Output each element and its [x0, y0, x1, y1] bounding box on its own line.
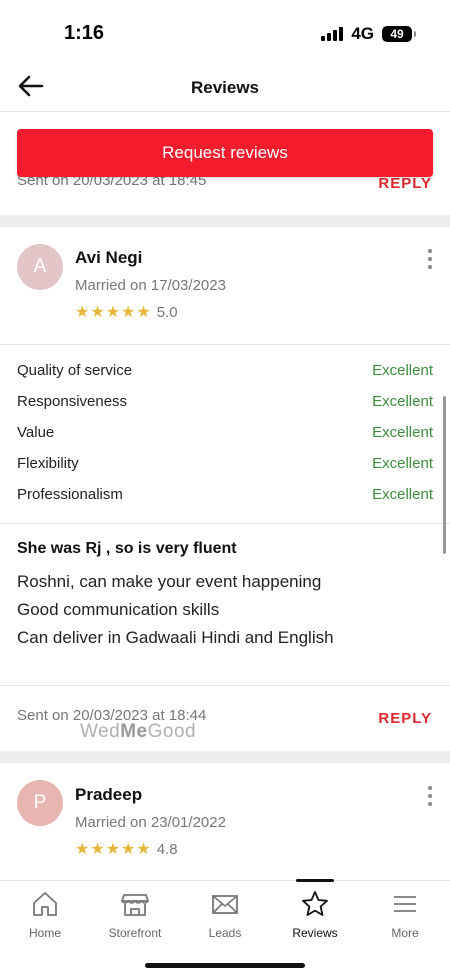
- criteria-row: Professionalism Excellent: [17, 486, 433, 506]
- star-icon: ★: [90, 303, 105, 321]
- divider: [0, 685, 450, 686]
- more-options-icon[interactable]: [426, 249, 434, 269]
- star-icon: ★: [121, 303, 136, 321]
- criteria-row: Responsiveness Excellent: [17, 393, 433, 413]
- status-indicators: 4G 49: [321, 24, 416, 44]
- bottom-nav: Home Storefront Leads Reviews More: [0, 879, 450, 976]
- avatar: P: [17, 780, 63, 826]
- rating: ★ ★ ★ ★ ★ 5.0: [75, 304, 178, 321]
- criteria-row: Value Excellent: [17, 424, 433, 444]
- criteria-row: Quality of service Excellent: [17, 362, 433, 382]
- star-icon: ★: [75, 303, 90, 321]
- review-text-line: Roshni, can make your event happening: [17, 572, 322, 591]
- home-indicator: [145, 963, 305, 968]
- married-on: Married on 23/01/2022: [75, 814, 226, 831]
- married-on: Married on 17/03/2023: [75, 277, 226, 294]
- review-card: A Avi Negi Married on 17/03/2023 ★ ★ ★ ★…: [0, 227, 450, 751]
- star-outline-icon: [302, 891, 328, 916]
- page-title: Reviews: [190, 78, 260, 97]
- reply-button[interactable]: REPLY: [378, 710, 432, 727]
- battery-icon: 49: [382, 26, 416, 42]
- star-icon: ★: [136, 840, 151, 858]
- network-type: 4G: [351, 24, 374, 43]
- nav-storefront[interactable]: Storefront: [90, 889, 180, 947]
- reviewer-name: Avi Negi: [75, 248, 143, 267]
- watermark-part: Wed: [80, 721, 121, 742]
- avatar: A: [17, 244, 63, 290]
- star-icon: ★: [105, 303, 121, 321]
- nav-reviews[interactable]: Reviews: [270, 889, 360, 947]
- star-rating: ★ ★ ★ ★ ★: [75, 303, 151, 321]
- star-icon: ★: [105, 840, 121, 858]
- more-options-icon[interactable]: [426, 786, 434, 806]
- status-bar: 1:16 4G 49: [0, 0, 450, 60]
- home-icon: [33, 892, 57, 916]
- rating-value: 5.0: [156, 304, 178, 321]
- nav-more[interactable]: More: [360, 889, 450, 947]
- review-text-line: Good communication skills: [17, 600, 220, 619]
- mail-icon: [212, 895, 238, 914]
- nav-label: Storefront: [108, 926, 162, 940]
- review-title: She was Rj , so is very fluent: [17, 540, 237, 557]
- criteria-label: Flexibility: [17, 455, 79, 472]
- criteria-label: Quality of service: [17, 362, 133, 379]
- divider: [0, 344, 450, 345]
- divider: [0, 523, 450, 524]
- criteria-value: Excellent: [372, 393, 433, 410]
- star-icon: ★: [136, 303, 151, 321]
- active-tab-indicator: [296, 879, 334, 882]
- nav-label: Reviews: [292, 926, 338, 940]
- status-time: 1:16: [64, 22, 105, 44]
- reply-button[interactable]: REPLY: [378, 175, 432, 192]
- criteria-label: Value: [17, 424, 55, 441]
- star-icon: ★: [121, 840, 136, 858]
- section-divider: [0, 751, 450, 763]
- rating: ★ ★ ★ ★ ★ 4.8: [75, 841, 178, 858]
- battery-level: 49: [390, 27, 404, 41]
- nav-label: More: [391, 926, 419, 940]
- signal-icon: [321, 27, 344, 41]
- reviewer-name: Pradeep: [75, 785, 143, 804]
- watermark-part: Me: [120, 721, 148, 742]
- review-text-line: Can deliver in Gadwaali Hindi and Englis…: [17, 628, 334, 647]
- star-icon: ★: [90, 840, 105, 858]
- watermark-part: Good: [147, 721, 197, 742]
- nav-home[interactable]: Home: [0, 889, 90, 947]
- nav-leads[interactable]: Leads: [180, 889, 270, 947]
- criteria-value: Excellent: [372, 455, 433, 472]
- criteria-row: Flexibility Excellent: [17, 455, 433, 475]
- nav-label: Leads: [208, 926, 242, 940]
- criteria-label: Professionalism: [17, 486, 123, 503]
- app-header: Reviews: [0, 60, 450, 112]
- section-divider: [0, 215, 450, 227]
- rating-value: 4.8: [156, 841, 178, 858]
- star-rating: ★ ★ ★ ★ ★: [75, 840, 151, 858]
- star-icon: ★: [75, 840, 90, 858]
- scrollbar[interactable]: [443, 396, 446, 554]
- criteria-value: Excellent: [372, 424, 433, 441]
- watermark-logo: WedMeGood: [80, 721, 196, 743]
- criteria-label: Responsiveness: [17, 393, 128, 410]
- reviews-list[interactable]: Sent on 20/03/2023 at 18:45 REPLY Reques…: [0, 113, 450, 880]
- menu-icon: [394, 896, 416, 912]
- review-card: P Pradeep Married on 23/01/2022 ★ ★ ★ ★ …: [0, 763, 450, 880]
- storefront-icon: [121, 894, 149, 916]
- request-reviews-button[interactable]: Request reviews: [17, 129, 433, 177]
- nav-label: Home: [28, 926, 61, 940]
- criteria-value: Excellent: [372, 486, 433, 503]
- criteria-value: Excellent: [372, 362, 433, 379]
